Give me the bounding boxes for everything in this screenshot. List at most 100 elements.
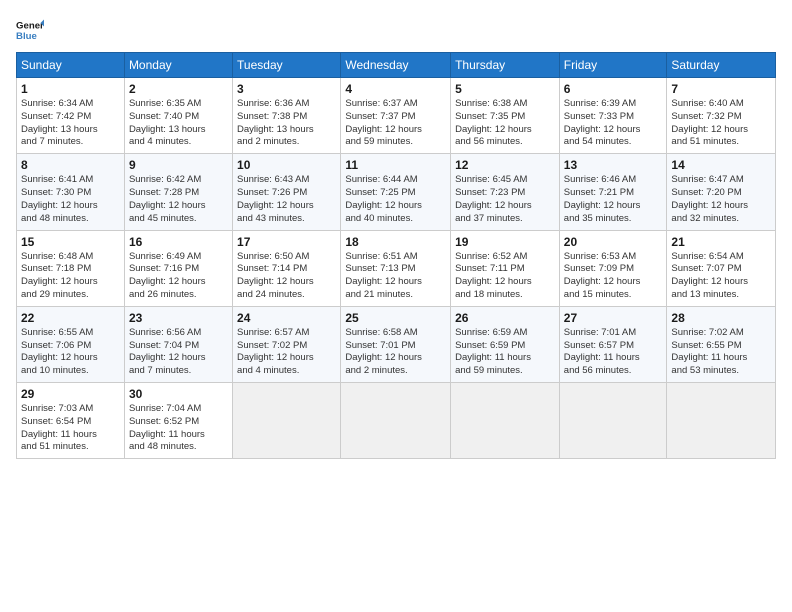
calendar-day-cell: 12Sunrise: 6:45 AM Sunset: 7:23 PM Dayli… [451,154,560,230]
day-number: 17 [237,235,336,249]
calendar-day-cell: 9Sunrise: 6:42 AM Sunset: 7:28 PM Daylig… [124,154,232,230]
page-container: General Blue SundayMondayTuesdayWednesda… [0,0,792,467]
calendar-day-cell: 21 Sunrise: 6:54 AM Sunset: 7:07 PM Dayli… [667,230,776,306]
calendar-day-cell [559,383,667,459]
day-info: Sunrise: 6:52 AM Sunset: 7:11 PM Dayligh… [455,251,555,302]
calendar-table: SundayMondayTuesdayWednesdayThursdayFrid… [16,52,776,459]
day-info: Sunrise: 6:37 AM Sunset: 7:37 PM Dayligh… [345,98,446,149]
day-info: Sunrise: 6:49 AM Sunset: 7:16 PM Dayligh… [129,251,228,302]
calendar-day-cell: 2Sunrise: 6:35 AM Sunset: 7:40 PM Daylig… [124,78,232,154]
calendar-day-cell: 16 Sunrise: 6:49 AM Sunset: 7:16 PM Dayli… [124,230,232,306]
day-info: Sunrise: 6:47 AM Sunset: 7:20 PM Dayligh… [671,174,771,225]
weekday-header-sunday: Sunday [17,53,125,78]
day-number: 4 [345,82,446,96]
calendar-day-cell: 14 Sunrise: 6:47 AM Sunset: 7:20 PM Dayli… [667,154,776,230]
day-info: Sunrise: 6:48 AM Sunset: 7:18 PM Dayligh… [21,251,120,302]
day-number: 26 [455,311,555,325]
day-info: Sunrise: 6:40 AM Sunset: 7:32 PM Dayligh… [671,98,771,149]
day-info: Sunrise: 7:04 AM Sunset: 6:52 PM Dayligh… [129,403,228,454]
weekday-header-monday: Monday [124,53,232,78]
calendar-day-cell: 4 Sunrise: 6:37 AM Sunset: 7:37 PM Daylig… [341,78,451,154]
day-info: Sunrise: 6:59 AM Sunset: 6:59 PM Dayligh… [455,327,555,378]
calendar-day-cell [233,383,341,459]
day-number: 6 [564,82,663,96]
day-number: 20 [564,235,663,249]
day-number: 15 [21,235,120,249]
calendar-week-row: 1 Sunrise: 6:34 AM Sunset: 7:42 PM Daylig… [17,78,776,154]
day-number: 24 [237,311,336,325]
day-number: 16 [129,235,228,249]
day-info: Sunrise: 6:46 AM Sunset: 7:21 PM Dayligh… [564,174,663,225]
day-number: 14 [671,158,771,172]
day-number: 25 [345,311,446,325]
logo-icon: General Blue [16,16,44,44]
header: General Blue [16,16,776,44]
day-info: Sunrise: 6:39 AM Sunset: 7:33 PM Dayligh… [564,98,663,149]
calendar-day-cell: 11 Sunrise: 6:44 AM Sunset: 7:25 PM Dayli… [341,154,451,230]
weekday-header-tuesday: Tuesday [233,53,341,78]
day-info: Sunrise: 7:02 AM Sunset: 6:55 PM Dayligh… [671,327,771,378]
svg-text:Blue: Blue [16,31,37,42]
calendar-day-cell: 29Sunrise: 7:03 AM Sunset: 6:54 PM Dayli… [17,383,125,459]
calendar-week-row: 22 Sunrise: 6:55 AM Sunset: 7:06 PM Dayli… [17,306,776,382]
day-info: Sunrise: 6:44 AM Sunset: 7:25 PM Dayligh… [345,174,446,225]
day-number: 1 [21,82,120,96]
calendar-day-cell: 6 Sunrise: 6:39 AM Sunset: 7:33 PM Daylig… [559,78,667,154]
day-number: 21 [671,235,771,249]
day-number: 5 [455,82,555,96]
day-info: Sunrise: 6:45 AM Sunset: 7:23 PM Dayligh… [455,174,555,225]
day-info: Sunrise: 6:54 AM Sunset: 7:07 PM Dayligh… [671,251,771,302]
calendar-week-row: 8Sunrise: 6:41 AM Sunset: 7:30 PM Daylig… [17,154,776,230]
svg-text:General: General [16,20,44,31]
calendar-day-cell: 15 Sunrise: 6:48 AM Sunset: 7:18 PM Dayli… [17,230,125,306]
calendar-day-cell: 3Sunrise: 6:36 AM Sunset: 7:38 PM Daylig… [233,78,341,154]
weekday-header-friday: Friday [559,53,667,78]
day-info: Sunrise: 6:58 AM Sunset: 7:01 PM Dayligh… [345,327,446,378]
day-info: Sunrise: 6:53 AM Sunset: 7:09 PM Dayligh… [564,251,663,302]
day-info: Sunrise: 6:56 AM Sunset: 7:04 PM Dayligh… [129,327,228,378]
calendar-day-cell: 8Sunrise: 6:41 AM Sunset: 7:30 PM Daylig… [17,154,125,230]
day-info: Sunrise: 6:35 AM Sunset: 7:40 PM Dayligh… [129,98,228,149]
day-number: 28 [671,311,771,325]
calendar-day-cell [341,383,451,459]
calendar-day-cell: 24 Sunrise: 6:57 AM Sunset: 7:02 PM Dayli… [233,306,341,382]
day-info: Sunrise: 6:43 AM Sunset: 7:26 PM Dayligh… [237,174,336,225]
weekday-header-saturday: Saturday [667,53,776,78]
logo: General Blue [16,16,44,44]
calendar-day-cell: 17 Sunrise: 6:50 AM Sunset: 7:14 PM Dayli… [233,230,341,306]
calendar-day-cell: 20 Sunrise: 6:53 AM Sunset: 7:09 PM Dayli… [559,230,667,306]
day-number: 3 [237,82,336,96]
calendar-day-cell: 13 Sunrise: 6:46 AM Sunset: 7:21 PM Dayli… [559,154,667,230]
day-info: Sunrise: 7:01 AM Sunset: 6:57 PM Dayligh… [564,327,663,378]
day-number: 30 [129,387,228,401]
weekday-header-row: SundayMondayTuesdayWednesdayThursdayFrid… [17,53,776,78]
day-info: Sunrise: 6:41 AM Sunset: 7:30 PM Dayligh… [21,174,120,225]
day-info: Sunrise: 6:42 AM Sunset: 7:28 PM Dayligh… [129,174,228,225]
calendar-day-cell: 26 Sunrise: 6:59 AM Sunset: 6:59 PM Dayli… [451,306,560,382]
day-number: 27 [564,311,663,325]
day-number: 13 [564,158,663,172]
calendar-day-cell: 27 Sunrise: 7:01 AM Sunset: 6:57 PM Dayli… [559,306,667,382]
day-info: Sunrise: 6:34 AM Sunset: 7:42 PM Dayligh… [21,98,120,149]
day-info: Sunrise: 7:03 AM Sunset: 6:54 PM Dayligh… [21,403,120,454]
day-info: Sunrise: 6:55 AM Sunset: 7:06 PM Dayligh… [21,327,120,378]
calendar-week-row: 29Sunrise: 7:03 AM Sunset: 6:54 PM Dayli… [17,383,776,459]
day-number: 22 [21,311,120,325]
day-info: Sunrise: 6:51 AM Sunset: 7:13 PM Dayligh… [345,251,446,302]
day-number: 11 [345,158,446,172]
calendar-day-cell: 23 Sunrise: 6:56 AM Sunset: 7:04 PM Dayli… [124,306,232,382]
day-info: Sunrise: 6:50 AM Sunset: 7:14 PM Dayligh… [237,251,336,302]
calendar-day-cell: 18 Sunrise: 6:51 AM Sunset: 7:13 PM Dayli… [341,230,451,306]
calendar-day-cell: 10Sunrise: 6:43 AM Sunset: 7:26 PM Dayli… [233,154,341,230]
day-number: 19 [455,235,555,249]
day-info: Sunrise: 6:38 AM Sunset: 7:35 PM Dayligh… [455,98,555,149]
day-number: 18 [345,235,446,249]
calendar-day-cell: 25 Sunrise: 6:58 AM Sunset: 7:01 PM Dayli… [341,306,451,382]
day-number: 23 [129,311,228,325]
day-info: Sunrise: 6:57 AM Sunset: 7:02 PM Dayligh… [237,327,336,378]
calendar-week-row: 15 Sunrise: 6:48 AM Sunset: 7:18 PM Dayli… [17,230,776,306]
calendar-day-cell [451,383,560,459]
calendar-day-cell: 7Sunrise: 6:40 AM Sunset: 7:32 PM Daylig… [667,78,776,154]
calendar-day-cell: 22 Sunrise: 6:55 AM Sunset: 7:06 PM Dayli… [17,306,125,382]
calendar-day-cell: 19 Sunrise: 6:52 AM Sunset: 7:11 PM Dayli… [451,230,560,306]
